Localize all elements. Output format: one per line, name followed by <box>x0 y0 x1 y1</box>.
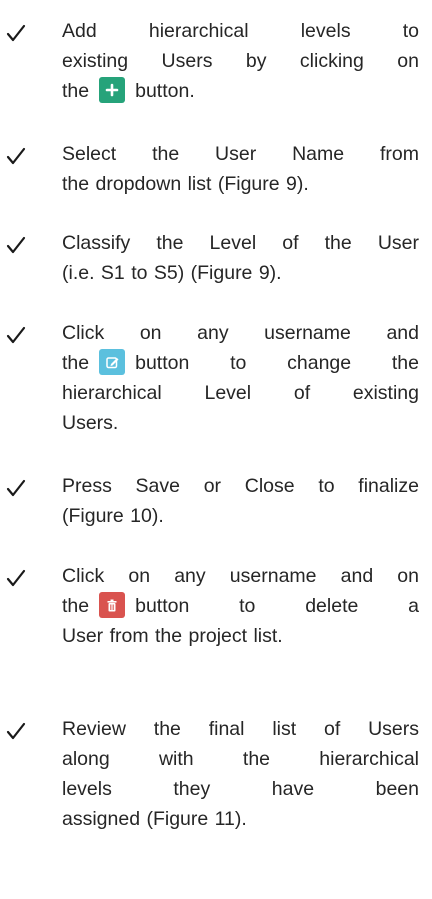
text-line: Classify the Level of the User <box>62 232 419 254</box>
checkmark-icon <box>6 473 28 503</box>
text-line: Users. <box>62 412 119 434</box>
list-item-text: Classify the Level of the User (i.e. S1 … <box>62 228 419 288</box>
text-line: the button to delete a <box>62 591 419 621</box>
checkmark-icon <box>6 716 28 746</box>
trash-icon <box>107 599 117 612</box>
list-item-text: Click on any username and the button to … <box>62 318 419 438</box>
text-fragment: the <box>62 80 90 102</box>
text-fragment: button to change the <box>135 352 419 374</box>
text-line: assigned (Figure 11). <box>62 808 247 830</box>
plus-icon <box>105 83 119 97</box>
text-line: the button. <box>62 76 419 106</box>
text-line: Press Save or Close to finalize <box>62 475 419 497</box>
text-line: the dropdown list (Figure 9). <box>62 173 309 195</box>
text-line: Review the final list of Users <box>62 718 419 740</box>
text-line: Click on any username and on <box>62 565 419 587</box>
text-line: the button to change the <box>62 348 419 378</box>
text-line: levels they have been <box>62 778 419 800</box>
checkmark-icon <box>6 230 28 260</box>
text-line: existing Users by clicking on <box>62 50 419 72</box>
text-line: (Figure 10). <box>62 505 164 527</box>
checkmark-icon <box>6 141 28 171</box>
text-line: User from the project list. <box>62 625 283 647</box>
text-line: Add hierarchical levels to <box>62 20 419 42</box>
text-line: Click on any username and <box>62 322 419 344</box>
add-button <box>99 76 126 103</box>
list-item-text: Review the final list of Users along wit… <box>62 714 419 834</box>
delete-button <box>99 591 126 618</box>
list-item-text: Press Save or Close to finalize (Figure … <box>62 471 419 531</box>
text-fragment: the <box>62 595 90 617</box>
edit-icon <box>106 357 119 369</box>
list-item-text: Click on any username and on the button … <box>62 561 419 651</box>
text-line: hierarchical Level of existing <box>62 382 419 404</box>
list-item-text: Select the User Name from the dropdown l… <box>62 139 419 199</box>
checkmark-icon <box>6 18 28 48</box>
text-fragment: button. <box>135 80 195 102</box>
text-line: (i.e. S1 to S5) (Figure 9). <box>62 262 282 284</box>
text-line: along with the hierarchical <box>62 748 419 770</box>
text-fragment: the <box>62 352 90 374</box>
checkmark-icon <box>6 320 28 350</box>
text-fragment: button to delete a <box>135 595 419 617</box>
list-item-text: Add hierarchical levels to existing User… <box>62 16 419 106</box>
text-line: Select the User Name from <box>62 143 419 165</box>
edit-button <box>99 348 126 375</box>
checkmark-icon <box>6 563 28 593</box>
